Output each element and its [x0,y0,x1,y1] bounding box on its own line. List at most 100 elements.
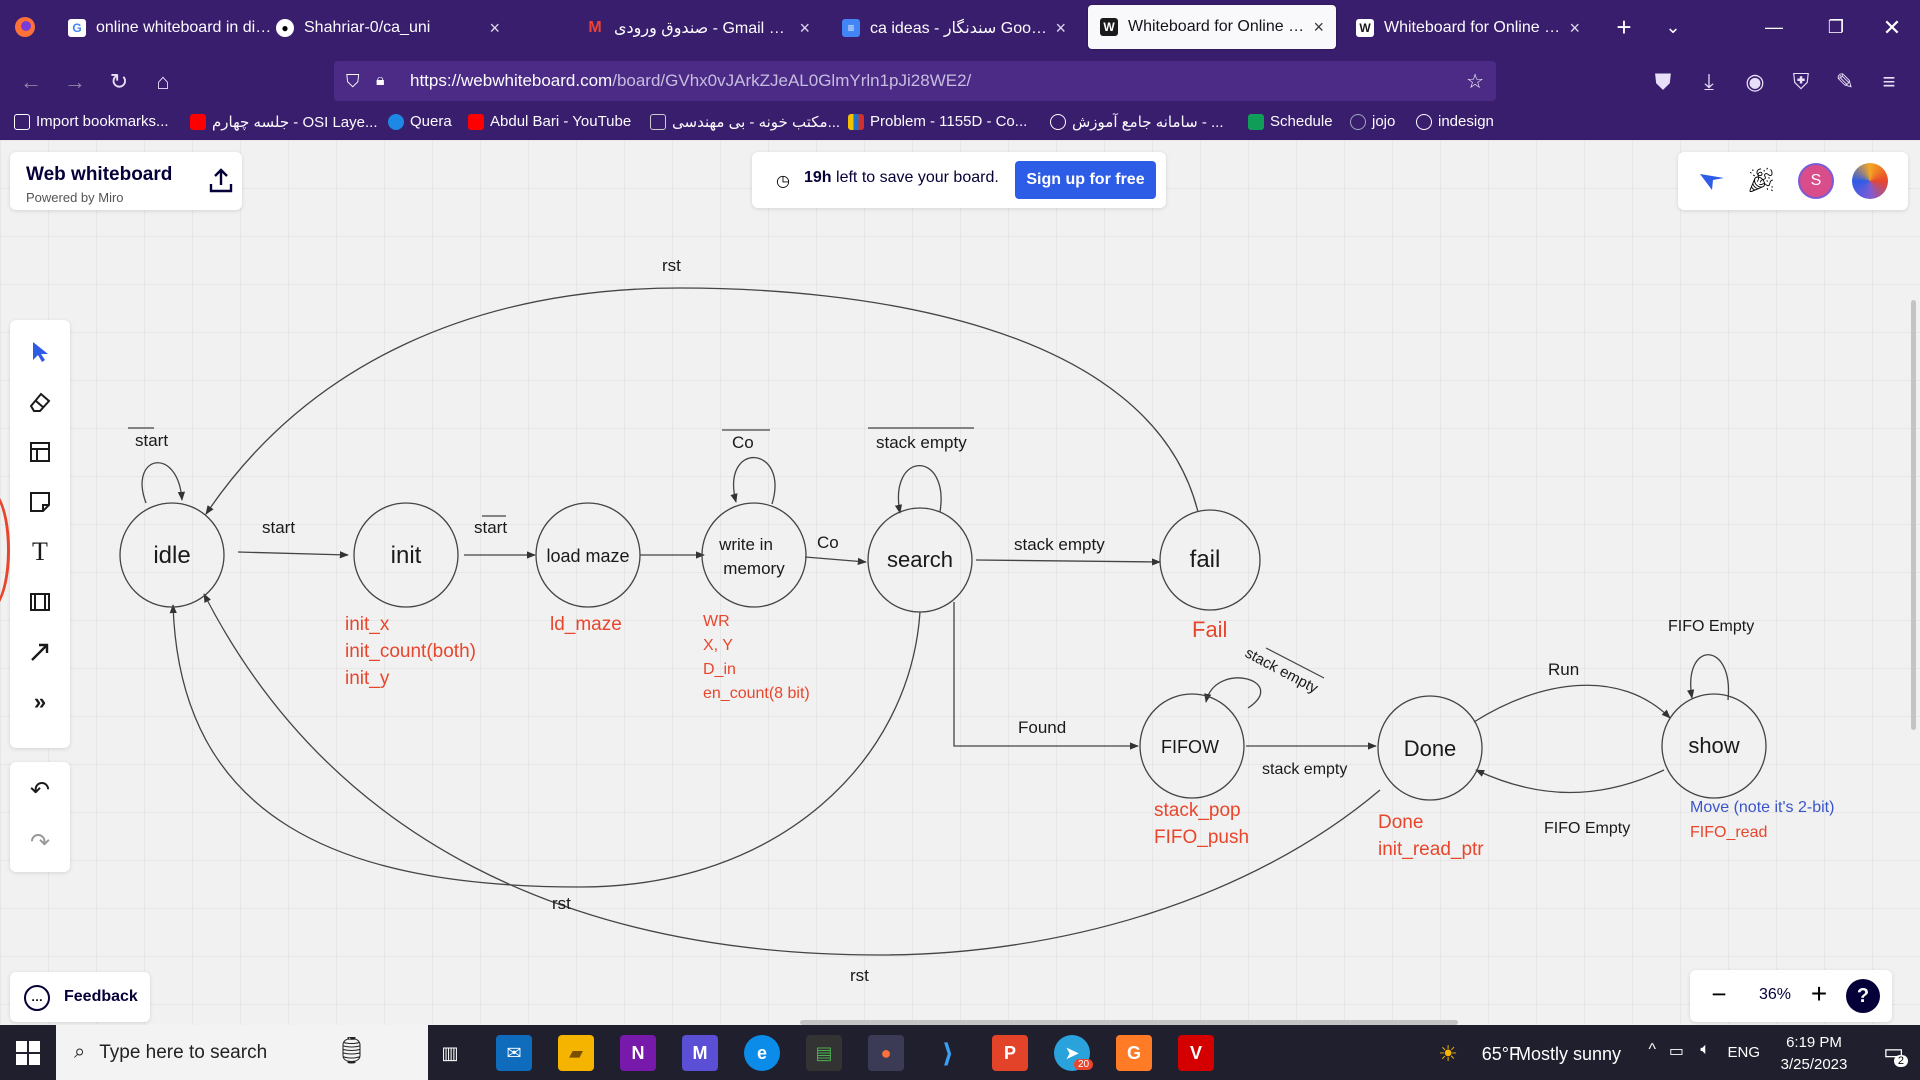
back-icon[interactable]: ← [16,67,46,97]
clock-date[interactable]: 3/25/2023 [1774,1056,1854,1073]
feedback-label: Feedback [64,988,138,1005]
template-tool-icon[interactable] [24,436,56,468]
tab-google-docs[interactable]: ≡ ca ideas - سندنگار Google × [830,6,1078,50]
taskbar-search-box[interactable]: ⌕ Type here to search 🏮︎ [56,1025,428,1080]
windows-start-icon[interactable] [16,1041,40,1070]
new-tab-icon[interactable]: + [1596,0,1652,55]
frame-tool-icon[interactable] [24,586,56,618]
shield-icon[interactable]: ⛉ [346,71,360,92]
jojo-icon [1350,113,1366,130]
tray-expand-icon[interactable]: ^ [1648,1041,1656,1059]
bookmark-indesign[interactable]: indesign [1416,113,1494,130]
privacy-badger-icon[interactable]: ⛨ [1786,67,1816,97]
bookmark-golestan[interactable]: سامانه جامع آموزش - ... [1050,113,1224,131]
sign-up-button[interactable]: Sign up for free [1015,161,1156,199]
feedback-button[interactable]: … Feedback [10,972,150,1022]
weather-text[interactable]: Mostly sunny [1516,1044,1621,1065]
forward-icon[interactable]: → [60,67,90,97]
whiteboard-canvas[interactable]: idle init load maze write in memory sear… [0,140,1920,1025]
vscode-icon[interactable]: ⟩ [930,1035,966,1071]
extensions-puzzle-icon[interactable]: ✎ [1830,67,1860,97]
logic-analyzer-icon[interactable]: ▤ [806,1035,842,1071]
bookmark-quera[interactable]: Quera [388,113,452,130]
cursor-filter-icon[interactable] [1698,168,1726,199]
close-icon[interactable]: × [1055,18,1066,39]
firefox-taskbar-icon[interactable]: ● [868,1035,904,1071]
minimize-icon[interactable]: — [1746,0,1802,55]
bookmark-maktabkhooneh[interactable]: مکتب خونه - بی مهندسی... [650,113,840,131]
help-button[interactable]: ? [1846,979,1880,1013]
onenote-icon[interactable]: N [620,1035,656,1071]
bookmark-schedule[interactable]: Schedule [1248,113,1333,130]
clock-time[interactable]: 6:19 PM [1774,1034,1854,1051]
redo-icon[interactable]: ↷ [24,826,56,858]
state-diagram[interactable]: idle init load maze write in memory sear… [0,140,1920,1025]
eraser-tool-icon[interactable] [24,386,56,418]
tab-whiteboard-active[interactable]: W Whiteboard for Online Colla × [1088,5,1336,49]
bookmark-label: Quera [410,113,452,130]
home-icon[interactable]: ⌂ [148,67,178,97]
v-app-icon[interactable]: V [1178,1035,1214,1071]
zoom-in-button[interactable]: + [1804,980,1834,1010]
window-close-icon[interactable]: ✕ [1864,0,1920,55]
reload-icon[interactable]: ↻ [104,67,134,97]
task-view-icon[interactable]: ▥ [432,1035,468,1071]
mail-app-icon[interactable]: ✉ [496,1035,532,1071]
battery-icon[interactable]: ▭ [1669,1041,1684,1061]
close-icon[interactable]: × [799,18,810,39]
tab-title: Shahriar-0/ca_uni [304,19,431,36]
globe-icon [1050,114,1066,130]
list-tabs-icon[interactable]: ⌄ [1645,0,1701,55]
output-ld-maze: ld_maze [550,614,622,635]
zoom-level[interactable]: 36% [1750,986,1800,1004]
export-icon[interactable] [206,166,236,196]
edge-icon[interactable]: e [744,1035,780,1071]
edge-show-self [1687,654,1730,701]
menu-icon[interactable]: ≡ [1874,67,1904,97]
url-bar[interactable]: ⛉ 🔒︎ https://webwhiteboard.com/board/GVh… [334,61,1496,101]
edge-search-fail [975,558,1161,566]
avatar[interactable]: S [1798,163,1834,199]
volume-icon[interactable]: 🔈︎ [1700,1041,1710,1059]
tab-whiteboard[interactable]: W Whiteboard for Online Colla × [1344,6,1592,50]
tab-title: online whiteboard in discord [96,19,273,36]
undo-icon[interactable]: ↶ [24,774,56,806]
zoom-out-button[interactable]: − [1704,980,1734,1010]
bookmark-abdul-bari[interactable]: Abdul Bari - YouTube [468,113,631,130]
tab-github[interactable]: ● Shahriar-0/ca_uni × [264,6,512,50]
close-icon[interactable]: × [1569,18,1580,39]
pdf-app-icon[interactable]: G [1116,1035,1152,1071]
weather-icon[interactable]: ☀︎ [1438,1041,1458,1067]
brand-panel: Web whiteboard Powered by Miro [10,152,242,210]
save-notice-panel: ◷ 19h left to save your board. Sign up f… [752,152,1166,208]
sticky-note-tool-icon[interactable] [24,486,56,518]
more-tools-icon[interactable]: » [24,686,56,718]
extension-icon[interactable]: ◉ [1740,67,1770,97]
taskbar: ⌕ Type here to search 🏮︎ ▥ ✉ ▰ N M e ▤ ●… [0,1025,1920,1080]
download-icon[interactable]: ⤓ [1694,67,1724,97]
bookmark-osi[interactable]: جلسه چهارم - OSI Laye... [190,113,378,131]
tab-gmail[interactable]: M صندوق ورودی - Gmail com × [574,6,822,50]
file-explorer-icon[interactable]: ▰ [558,1035,594,1071]
vertical-scrollbar[interactable] [1911,300,1916,730]
app-icon[interactable]: M [682,1035,718,1071]
restore-icon[interactable]: ❐ [1808,0,1864,55]
pocket-icon[interactable]: ⛊ [1648,67,1678,97]
share-avatar-icon[interactable] [1852,163,1888,199]
close-icon[interactable]: × [489,18,500,39]
firefox-menu-icon[interactable] [10,12,40,42]
p-app-icon[interactable]: P [992,1035,1028,1071]
select-tool-icon[interactable] [24,336,56,368]
close-icon[interactable]: × [1313,17,1324,38]
bookmark-codeforces[interactable]: Problem - 1155D - Co... [848,113,1027,130]
celebrate-icon[interactable]: 🎉︎ [1746,166,1776,195]
arrow-tool-icon[interactable] [24,636,56,668]
bookmark-jojo[interactable]: jojo [1350,113,1395,130]
text-tool-icon[interactable]: T [24,536,56,568]
lock-icon[interactable]: 🔒︎ [376,72,385,90]
bookmark-import[interactable]: Import bookmarks... [14,113,169,130]
bookmark-star-icon[interactable]: ☆ [1466,69,1484,94]
weather-temp[interactable]: 65°F [1482,1044,1520,1065]
output-fifo-read: FIFO_read [1690,824,1767,841]
language-indicator[interactable]: ENG [1727,1044,1760,1061]
